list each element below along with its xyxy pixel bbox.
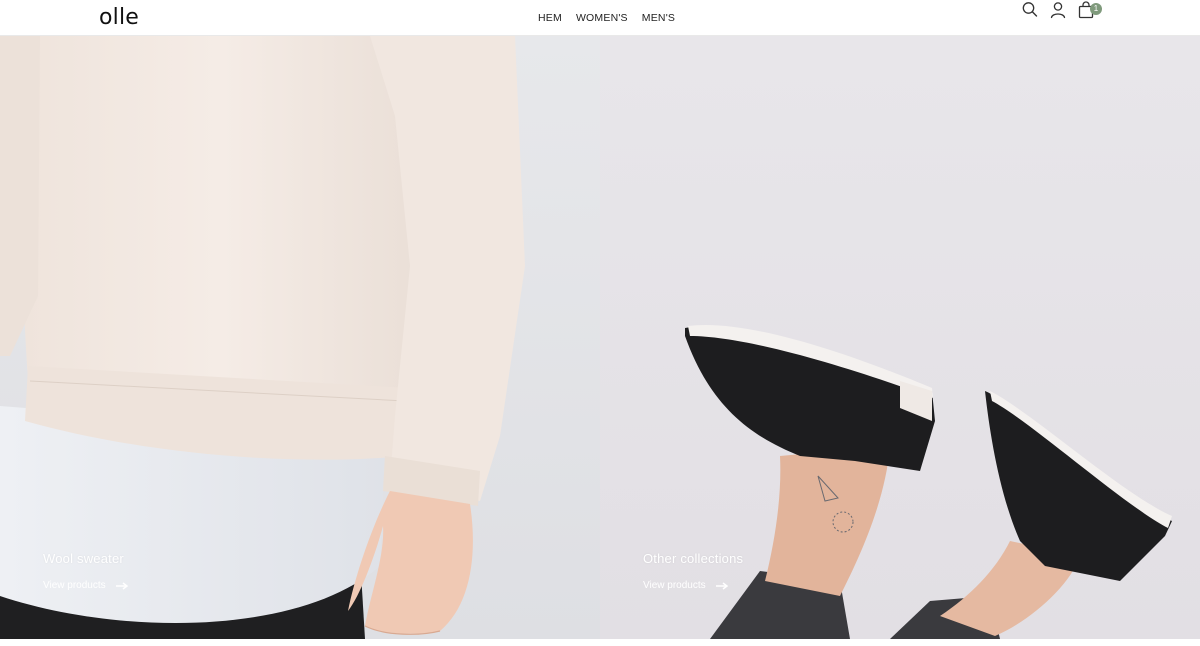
- nav-item-mens[interactable]: MEN'S: [642, 11, 675, 25]
- hero-panel-wool-sweater[interactable]: Wool sweater View products: [0, 36, 600, 639]
- main-nav: HEM WOMEN'S MEN'S: [538, 11, 689, 25]
- view-products-label: View products: [43, 580, 106, 591]
- user-icon[interactable]: [1049, 0, 1067, 20]
- hero-image-sneakers: [685, 324, 1172, 639]
- arrow-right-icon: [715, 582, 728, 590]
- view-products-link[interactable]: View products: [643, 580, 743, 592]
- arrow-right-icon: [115, 582, 128, 590]
- caption-title: Other collections: [643, 551, 744, 566]
- view-products-link[interactable]: View products: [43, 580, 128, 592]
- nav-item-hem[interactable]: HEM: [538, 11, 562, 25]
- view-products-label: View products: [643, 580, 706, 591]
- search-icon[interactable]: [1021, 0, 1039, 20]
- site-header: olle HEM WOMEN'S MEN'S 1: [0, 0, 1200, 36]
- caption-other-collections: Other collections View products: [643, 551, 743, 592]
- nav-item-womens[interactable]: WOMEN'S: [576, 11, 628, 25]
- hero-image-sweater: [0, 36, 525, 639]
- caption-wool-sweater: Wool sweater View products: [43, 551, 128, 592]
- caption-title: Wool sweater: [43, 551, 124, 566]
- hero-panel-other-collections[interactable]: Other collections View products: [600, 36, 1200, 639]
- cart-count-badge: 1: [1090, 3, 1102, 15]
- brand-logo[interactable]: olle: [99, 4, 139, 32]
- page-bottom-strip: [0, 639, 1200, 646]
